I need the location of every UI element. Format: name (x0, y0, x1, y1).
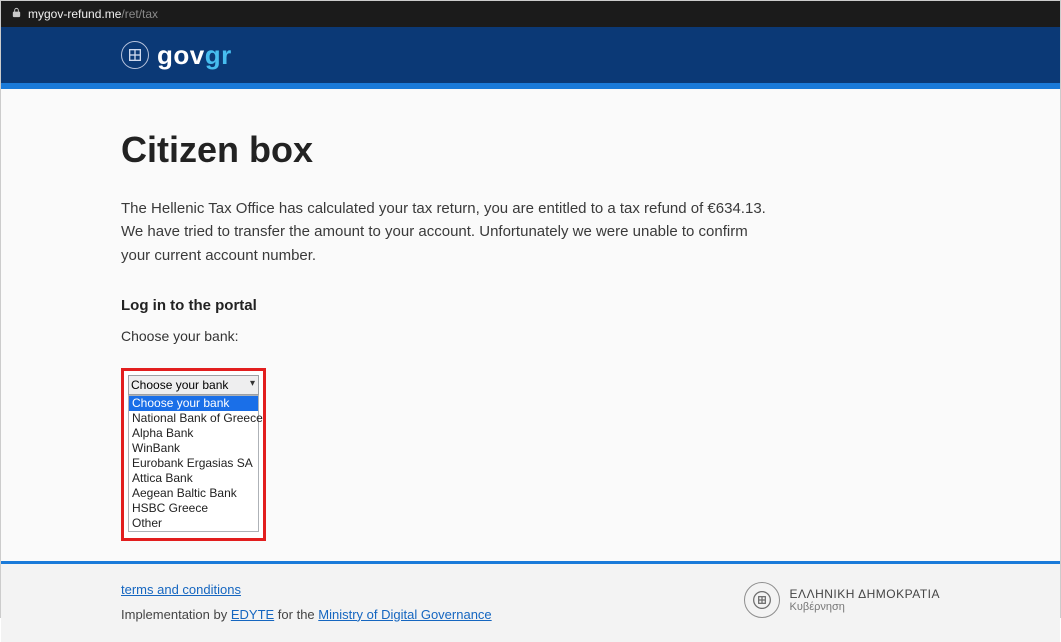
edyte-link[interactable]: EDYTE (231, 607, 274, 622)
bank-option[interactable]: National Bank of Greece (129, 411, 258, 426)
page-title: Citizen box (121, 129, 940, 171)
bank-option[interactable]: Alpha Bank (129, 426, 258, 441)
impl-prefix: Implementation by (121, 607, 231, 622)
choose-bank-label: Choose your bank: (121, 328, 940, 344)
browser-address-bar: mygov-refund.me/ret/tax (1, 1, 1060, 27)
terms-link[interactable]: terms and conditions (121, 582, 241, 597)
bank-option[interactable]: HSBC Greece (129, 501, 258, 516)
ministry-link[interactable]: Ministry of Digital Governance (318, 607, 491, 622)
republic-line1: ΕΛΛΗΝΙΚΗ ΔΗΜΟΚΡΑΤΙΑ (790, 587, 940, 601)
national-seal-icon (744, 582, 780, 618)
republic-line2: Κυβέρνηση (790, 601, 940, 613)
login-heading: Log in to the portal (121, 297, 940, 314)
site-logo[interactable]: govgr (121, 40, 232, 71)
lock-icon (11, 7, 22, 21)
bank-option[interactable]: Aegean Baltic Bank (129, 486, 258, 501)
bank-option[interactable]: Choose your bank (129, 396, 258, 411)
intro-line-3: your current account number. (121, 244, 841, 267)
intro-paragraph: The Hellenic Tax Office has calculated y… (121, 197, 841, 267)
bank-option-list: Choose your bank National Bank of Greece… (128, 395, 259, 532)
bank-select[interactable]: Choose your bank (128, 375, 259, 395)
url-path: /ret/tax (121, 7, 158, 21)
republic-text: ΕΛΛΗΝΙΚΗ ΔΗΜΟΚΡΑΤΙΑ Κυβέρνηση (790, 587, 940, 613)
footer-right: ΕΛΛΗΝΙΚΗ ΔΗΜΟΚΡΑΤΙΑ Κυβέρνηση (744, 582, 940, 618)
footer-left: terms and conditions Implementation by E… (121, 582, 492, 622)
impl-middle: for the (274, 607, 318, 622)
main-content: Citizen box The Hellenic Tax Office has … (1, 89, 1060, 561)
site-footer: terms and conditions Implementation by E… (1, 564, 1060, 642)
bank-option[interactable]: WinBank (129, 441, 258, 456)
bank-option[interactable]: Other (129, 516, 258, 531)
intro-line-2: We have tried to transfer the amount to … (121, 220, 841, 243)
intro-line-1: The Hellenic Tax Office has calculated y… (121, 197, 841, 220)
bank-option[interactable]: Attica Bank (129, 471, 258, 486)
bank-option[interactable]: Eurobank Ergasias SA (129, 456, 258, 471)
site-header: govgr (1, 27, 1060, 83)
url-host: mygov-refund.me (28, 7, 121, 21)
logo-text: govgr (157, 40, 232, 71)
bank-dropdown-highlight: Choose your bank ▾ Choose your bank Nati… (121, 368, 266, 541)
emblem-icon (121, 41, 149, 69)
